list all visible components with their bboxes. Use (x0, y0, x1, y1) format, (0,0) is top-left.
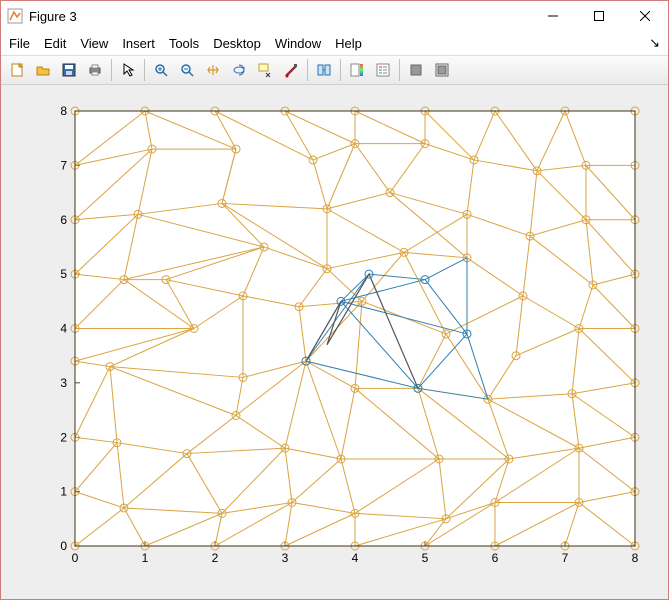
svg-text:7: 7 (561, 551, 568, 565)
open-button[interactable] (31, 58, 55, 82)
svg-text:6: 6 (491, 551, 498, 565)
pan-button[interactable] (201, 58, 225, 82)
rotate-3d-button[interactable] (227, 58, 251, 82)
menu-file[interactable]: File (9, 36, 30, 51)
new-figure-button[interactable] (5, 58, 29, 82)
hide-plot-tools-button[interactable] (404, 58, 428, 82)
matlab-figure-icon (7, 8, 23, 24)
svg-text:1: 1 (141, 551, 148, 565)
menu-view[interactable]: View (80, 36, 108, 51)
svg-text:4: 4 (60, 321, 67, 335)
svg-text:0: 0 (60, 539, 67, 553)
maximize-button[interactable] (576, 1, 622, 31)
menu-window[interactable]: Window (275, 36, 321, 51)
close-button[interactable] (622, 1, 668, 31)
svg-text:0: 0 (71, 551, 78, 565)
menu-desktop[interactable]: Desktop (213, 36, 261, 51)
axes[interactable]: 0 1 2 3 4 5 6 7 8 0 1 2 3 4 5 6 7 8 (20, 96, 650, 589)
zoom-out-button[interactable] (175, 58, 199, 82)
menubar: File Edit View Insert Tools Desktop Wind… (1, 31, 668, 55)
menu-insert[interactable]: Insert (122, 36, 155, 51)
svg-text:5: 5 (60, 267, 67, 281)
menu-help[interactable]: Help (335, 36, 362, 51)
svg-text:4: 4 (351, 551, 358, 565)
show-plot-tools-button[interactable] (430, 58, 454, 82)
brush-button[interactable] (279, 58, 303, 82)
figure-toolbar (1, 55, 668, 85)
insert-legend-button[interactable] (371, 58, 395, 82)
menu-tools[interactable]: Tools (169, 36, 199, 51)
save-button[interactable] (57, 58, 81, 82)
svg-text:2: 2 (211, 551, 218, 565)
print-button[interactable] (83, 58, 107, 82)
svg-text:1: 1 (60, 484, 67, 498)
window-titlebar: Figure 3 (1, 1, 668, 31)
window-title: Figure 3 (29, 9, 530, 24)
link-plots-button[interactable] (312, 58, 336, 82)
svg-text:6: 6 (60, 212, 67, 226)
svg-text:8: 8 (60, 104, 67, 118)
data-cursor-button[interactable] (253, 58, 277, 82)
svg-text:2: 2 (60, 430, 67, 444)
svg-text:3: 3 (281, 551, 288, 565)
menu-edit[interactable]: Edit (44, 36, 66, 51)
zoom-in-button[interactable] (149, 58, 173, 82)
svg-text:5: 5 (421, 551, 428, 565)
figure-canvas-area: 0 1 2 3 4 5 6 7 8 0 1 2 3 4 5 6 7 8 (1, 85, 668, 599)
edit-plot-button[interactable] (116, 58, 140, 82)
svg-text:8: 8 (631, 551, 638, 565)
svg-text:7: 7 (60, 158, 67, 172)
minimize-button[interactable] (530, 1, 576, 31)
svg-text:3: 3 (60, 375, 67, 389)
dock-controls-icon[interactable]: ↘ (649, 35, 660, 51)
insert-colorbar-button[interactable] (345, 58, 369, 82)
